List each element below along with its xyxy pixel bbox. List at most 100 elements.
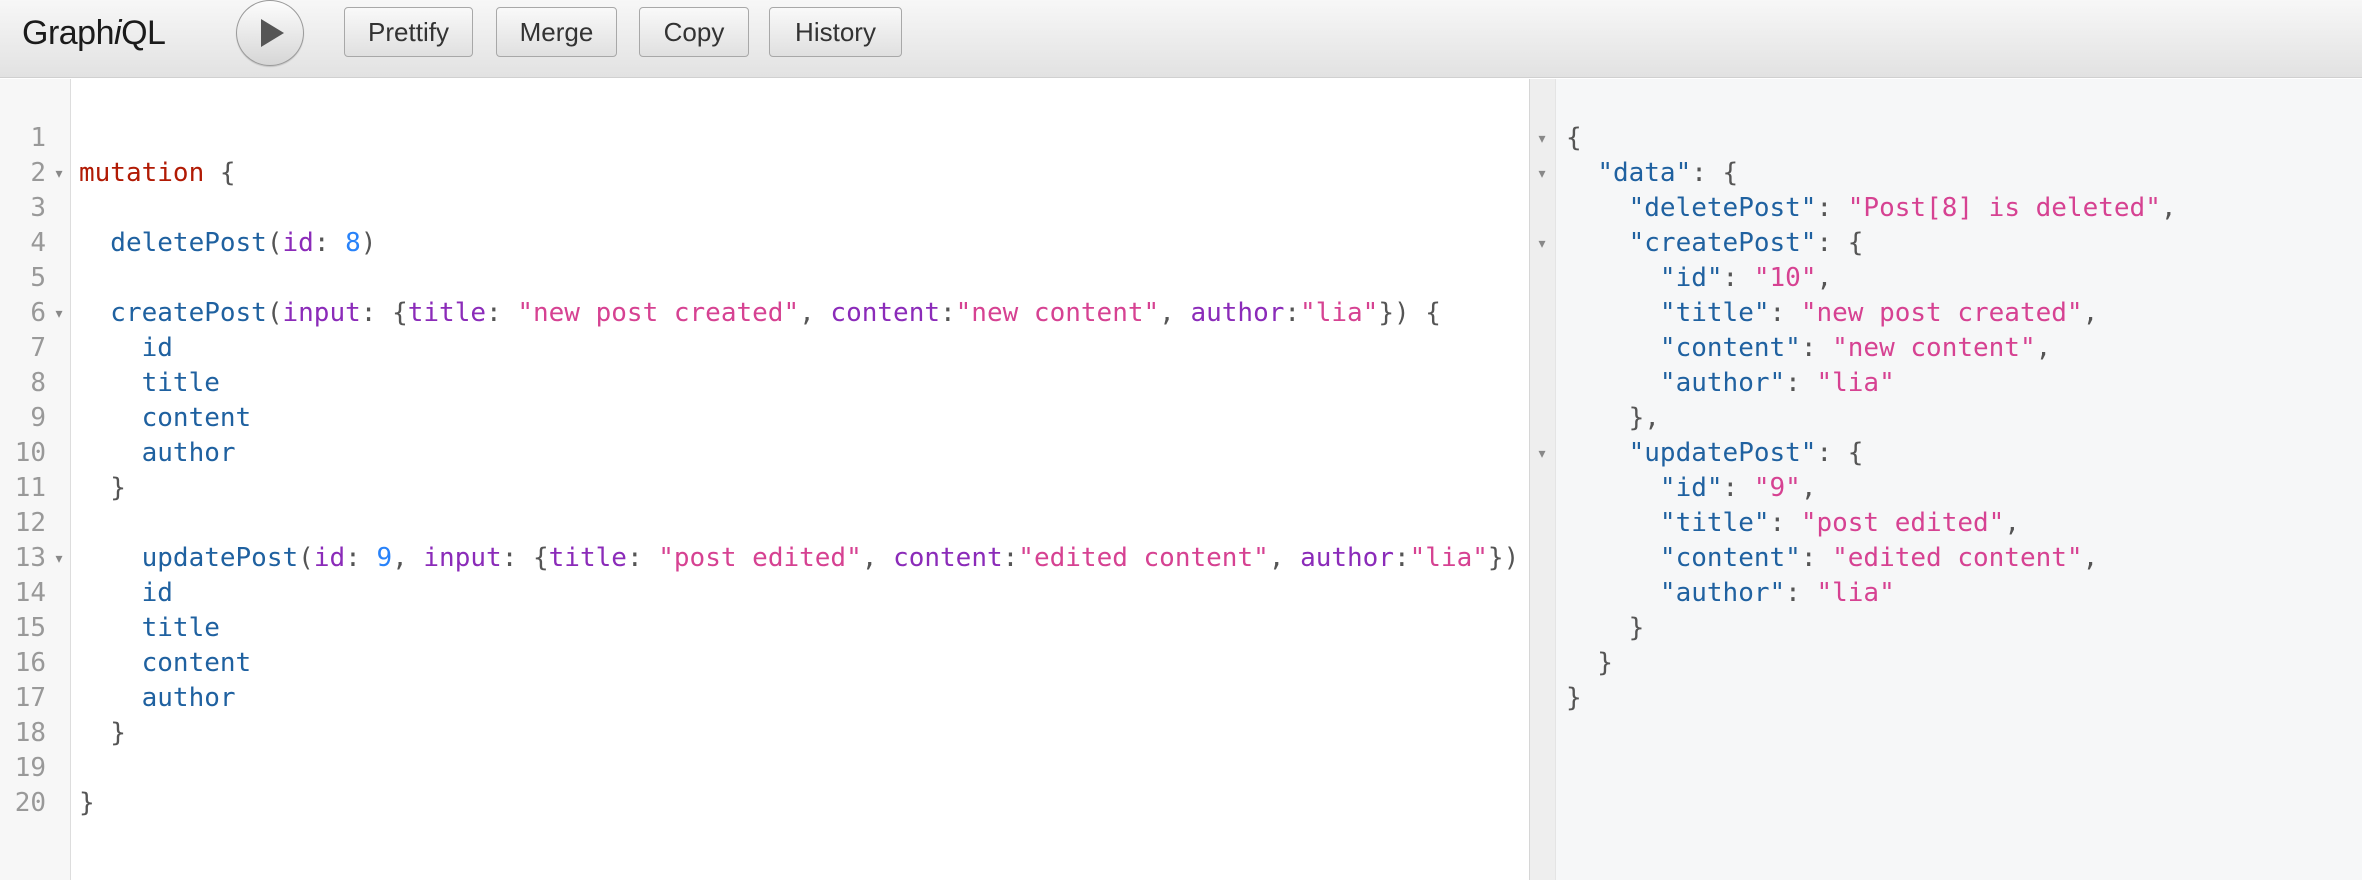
result-line: "createPost": { <box>1566 226 1864 261</box>
code-token: }, <box>1566 403 1660 433</box>
prettify-button[interactable]: Prettify <box>344 7 473 57</box>
code-token: : <box>1800 543 1833 573</box>
code-token: title <box>407 298 487 328</box>
code-token: : <box>1785 578 1817 608</box>
code-token: id <box>313 543 346 573</box>
fold-arrow-icon[interactable]: ▾ <box>52 296 66 331</box>
code-token: , <box>2082 543 2099 573</box>
editor-line: id <box>79 576 173 611</box>
result-line: "id": "9", <box>1566 471 1817 506</box>
code-token: "Post[8] is deleted" <box>1847 193 2161 223</box>
code-token: : <box>1284 298 1301 328</box>
code-token: , <box>1816 263 1833 293</box>
result-line: "author": "lia" <box>1566 366 1895 401</box>
result-line: "content": "edited content", <box>1566 541 2098 576</box>
code-token: , <box>1800 473 1817 503</box>
code-token: id <box>79 333 173 363</box>
line-number: 7 <box>30 333 46 363</box>
result-line: "deletePost": "Post[8] is deleted", <box>1566 191 2177 226</box>
line-number: 20 <box>14 788 46 818</box>
result-line: "author": "lia" <box>1566 576 1895 611</box>
editor-line: createPost(input: {title: "new post crea… <box>79 296 1441 331</box>
line-number-gutter: 1 2 3 4 5 6 7 8 9 10 11 12 13 14 15 16 17 18 19 20 ▾ ▾ ▾ <box>0 79 71 880</box>
fold-arrow-icon[interactable]: ▾ <box>52 156 66 191</box>
code-token: ( <box>266 298 283 328</box>
code-token: id <box>282 228 314 258</box>
editor-line: content <box>79 401 252 436</box>
code-token: "10" <box>1753 263 1817 293</box>
code-token: "content" <box>1659 333 1801 363</box>
merge-button[interactable]: Merge <box>496 7 617 57</box>
code-token: "lia" <box>1816 578 1895 608</box>
result-line: "title": "post edited", <box>1566 506 2020 541</box>
fold-arrow-icon[interactable]: ▾ <box>1535 436 1549 471</box>
line-number: 6 <box>30 298 46 328</box>
code-token: : <box>486 298 518 328</box>
editor-line: } <box>79 786 95 821</box>
code-token: , <box>1268 543 1301 573</box>
copy-button[interactable]: Copy <box>639 7 749 57</box>
code-token: , <box>861 543 894 573</box>
code-token: } <box>79 473 126 503</box>
code-token: , <box>2082 298 2099 328</box>
code-token: "new post created" <box>1800 298 2083 328</box>
code-token: ) <box>360 228 377 258</box>
code-token: : <box>1816 193 1848 223</box>
code-token: "id" <box>1659 473 1723 503</box>
code-token: : <box>940 298 956 328</box>
line-number: 8 <box>30 368 46 398</box>
code-token: : <box>1769 508 1801 538</box>
code-token: "deletePost" <box>1628 193 1817 223</box>
history-button[interactable]: History <box>769 7 902 57</box>
code-token: : <box>1769 298 1801 328</box>
code-token: "author" <box>1659 578 1786 608</box>
line-number: 16 <box>14 648 46 678</box>
line-number: 19 <box>14 753 46 783</box>
fold-arrow-icon[interactable]: ▾ <box>1535 226 1549 261</box>
execute-query-button[interactable] <box>236 0 304 66</box>
code-token: "data" <box>1597 158 1692 188</box>
code-token: "new content" <box>1832 333 2036 363</box>
result-line: "data": { <box>1566 156 1738 191</box>
editor-line: updatePost(id: 9, input: {title: "post e… <box>79 541 1520 576</box>
fold-arrow-icon[interactable]: ▾ <box>1535 121 1549 156</box>
code-token: "author" <box>1659 368 1786 398</box>
code-token: title <box>79 368 220 398</box>
code-token: createPost <box>79 298 267 328</box>
editor-line: author <box>79 436 236 471</box>
editor-line: title <box>79 366 220 401</box>
result-line: { <box>1566 121 1582 156</box>
pane-divider[interactable]: ▾ ▾ ▾ ▾ <box>1529 79 1556 880</box>
fold-arrow-icon[interactable]: ▾ <box>52 541 66 576</box>
code-token: content <box>79 403 252 433</box>
code-token: title <box>548 543 627 573</box>
query-editor[interactable]: mutation { deletePost(id: 8) createPost(… <box>71 79 1529 880</box>
editor-line: mutation { <box>79 156 236 191</box>
result-line: }, <box>1566 401 1660 436</box>
code-token: , <box>2160 193 2177 223</box>
code-token: content <box>79 648 252 678</box>
code-token: author <box>79 683 236 713</box>
editor-line: content <box>79 646 252 681</box>
line-number: 15 <box>14 613 46 643</box>
code-token: { <box>1566 123 1582 153</box>
code-token: : { <box>360 298 408 328</box>
line-number: 12 <box>14 508 46 538</box>
line-number: 18 <box>14 718 46 748</box>
code-token: input <box>423 543 502 573</box>
line-number: 3 <box>30 193 46 223</box>
fold-arrow-icon[interactable]: ▾ <box>1535 156 1549 191</box>
code-token: id <box>79 578 173 608</box>
code-token: : <box>313 228 346 258</box>
code-token: , <box>1159 298 1191 328</box>
code-token: } <box>1566 613 1645 643</box>
code-token: "updatePost" <box>1628 438 1817 468</box>
code-token: , <box>2004 508 2020 538</box>
code-token: content <box>893 543 1003 573</box>
code-token: ( <box>298 543 314 573</box>
